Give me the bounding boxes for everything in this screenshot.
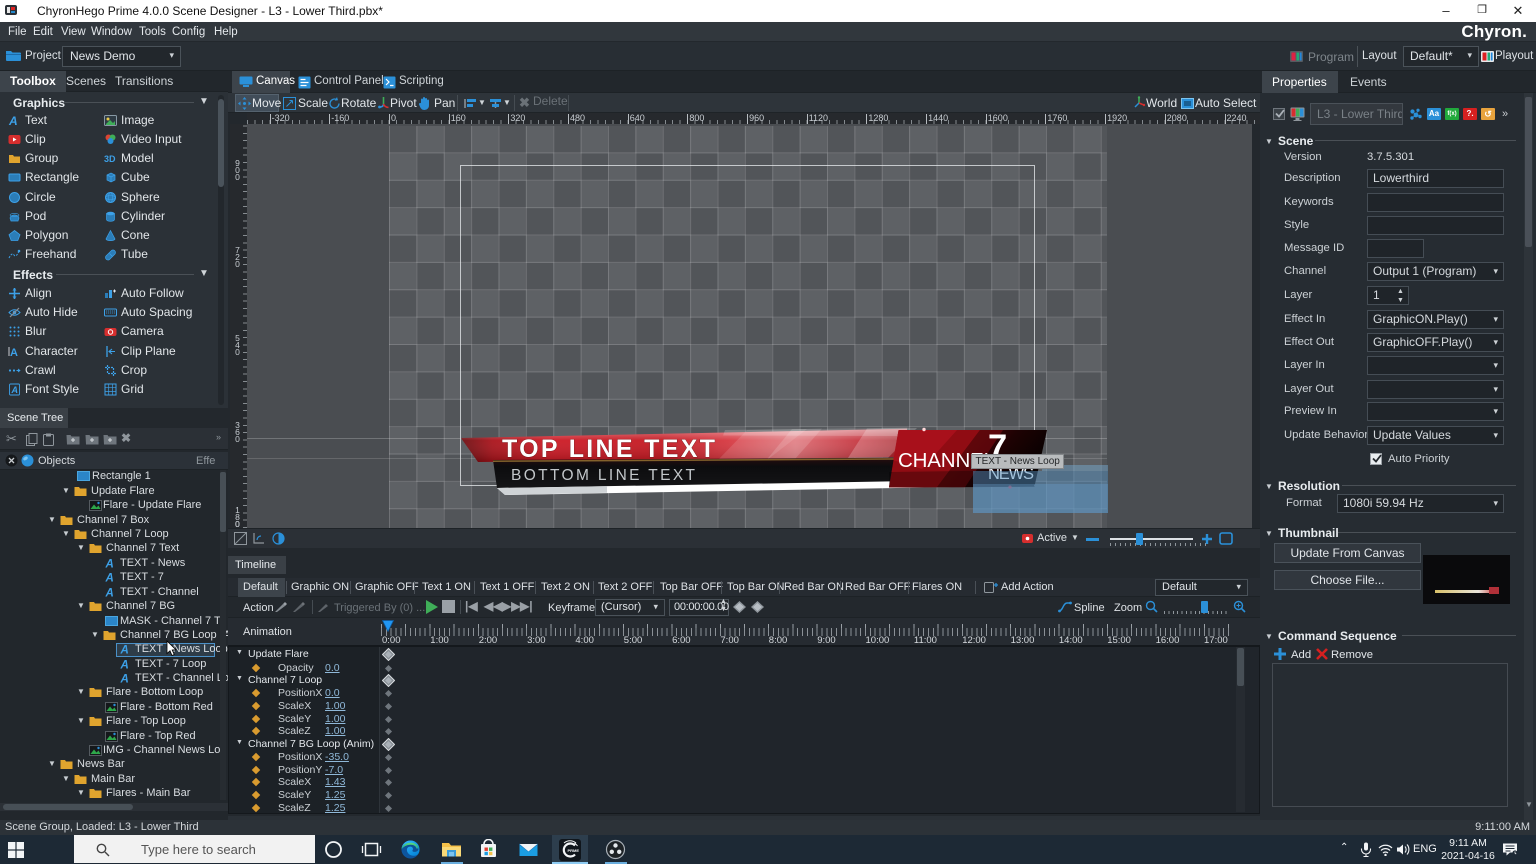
- svg-text:A: A: [105, 559, 114, 570]
- svg-text:A: A: [120, 674, 129, 685]
- svg-text:A: A: [10, 347, 18, 358]
- svg-text:A: A: [105, 573, 114, 584]
- svg-text:A: A: [11, 385, 19, 395]
- svg-text:3D: 3D: [104, 154, 116, 164]
- svg-text:A: A: [120, 660, 129, 671]
- svg-text:TOP LINE TEXT: TOP LINE TEXT: [502, 435, 715, 463]
- svg-text:BOTTOM LINE TEXT: BOTTOM LINE TEXT: [511, 467, 696, 484]
- svg-text:A: A: [105, 588, 114, 599]
- svg-text:A: A: [8, 114, 18, 127]
- svg-text:A: A: [120, 645, 129, 656]
- svg-text:PRME: PRME: [568, 848, 580, 853]
